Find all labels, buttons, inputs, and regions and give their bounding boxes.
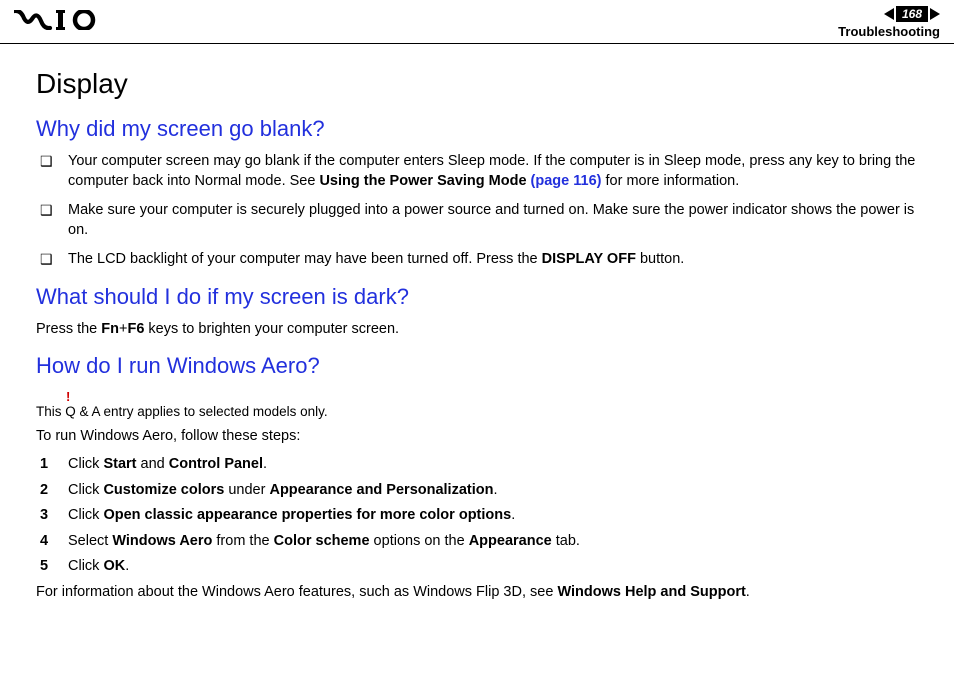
text: For information about the Windows Aero f… [36,584,557,600]
nav-prev-icon[interactable] [884,8,894,20]
q3-steps: Click Start and Control Panel. Click Cus… [36,455,918,577]
q3-intro: To run Windows Aero, follow these steps: [36,427,918,447]
q1-heading: Why did my screen go blank? [36,116,918,142]
q2-heading: What should I do if my screen is dark? [36,284,918,310]
list-item: Click Start and Control Panel. [36,455,918,475]
text: button. [636,251,684,267]
q3-heading: How do I run Windows Aero? [36,353,918,379]
text: The LCD backlight of your computer may h… [68,251,542,267]
list-item: Click Customize colors under Appearance … [36,481,918,501]
q2-para: Press the Fn+F6 keys to brighten your co… [36,320,918,340]
text: Press the [36,321,101,337]
note-text: This Q & A entry applies to selected mod… [36,404,918,419]
q3-outro: For information about the Windows Aero f… [36,583,918,603]
bold-text: Fn [101,321,119,337]
page-content: Display Why did my screen go blank? Your… [0,44,954,620]
q1-list: Your computer screen may go blank if the… [36,152,918,270]
header-right: 168 Troubleshooting [838,6,940,39]
list-item: Click Open classic appearance properties… [36,506,918,526]
nav-next-icon[interactable] [930,8,940,20]
list-item: The LCD backlight of your computer may h… [36,250,918,270]
list-item: Your computer screen may go blank if the… [36,152,918,191]
list-item: Select Windows Aero from the Color schem… [36,532,918,552]
bold-text: Using the Power Saving Mode [319,173,530,189]
page-header: 168 Troubleshooting [0,0,954,44]
text: for more information. [601,173,739,189]
list-item: Make sure your computer is securely plug… [36,201,918,240]
page-link[interactable]: (page 116) [531,173,602,189]
text: . [746,584,750,600]
bold-text: Windows Help and Support [557,584,745,600]
page-number-badge: 168 [896,6,928,22]
warning-icon: ! [66,389,918,404]
page-nav: 168 [838,6,940,22]
section-name: Troubleshooting [838,24,940,39]
bold-text: DISPLAY OFF [542,251,636,267]
list-item: Click OK. [36,557,918,577]
vaio-logo [14,10,110,30]
text: keys to brighten your computer screen. [144,321,399,337]
bold-text: F6 [127,321,144,337]
page-title: Display [36,68,918,100]
